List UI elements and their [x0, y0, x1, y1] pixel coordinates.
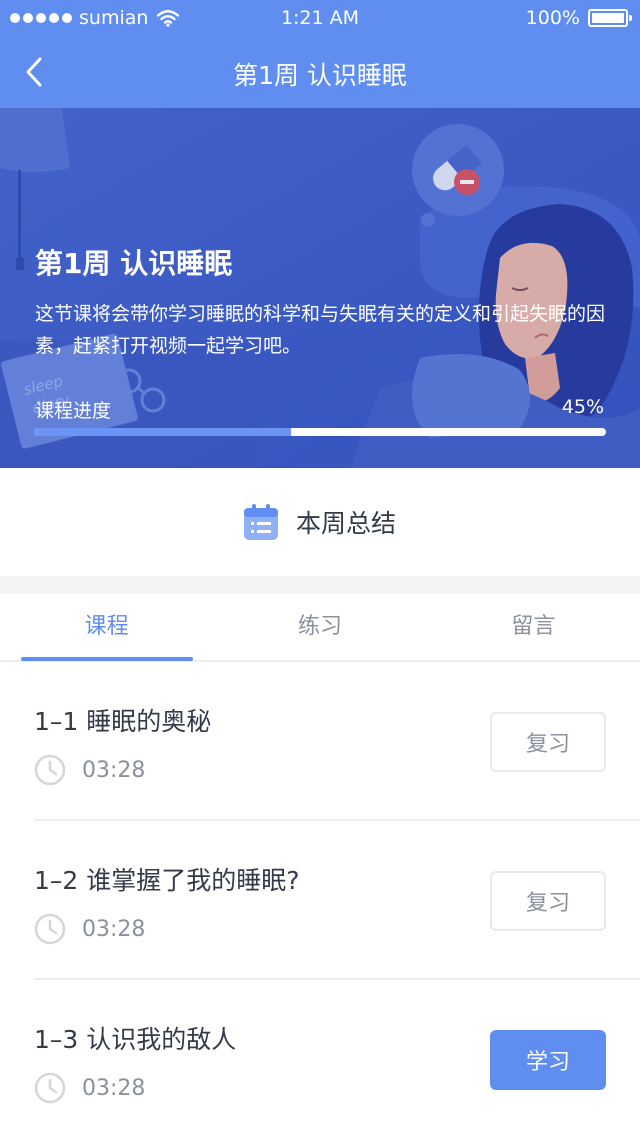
- study-button[interactable]: 学习: [490, 1030, 606, 1090]
- battery-percent: 100%: [525, 7, 580, 29]
- progress-bar-fill: [34, 428, 292, 436]
- lesson-meta: 03:28: [34, 1072, 145, 1104]
- summary-label: 本周总结: [295, 509, 396, 538]
- lesson-title: 1–2 谁掌握了我的睡眠?: [34, 866, 300, 895]
- tab-exercises[interactable]: 练习: [213, 594, 426, 660]
- progress-percent: 45%: [561, 396, 604, 418]
- review-button[interactable]: 复习: [490, 712, 606, 772]
- lesson-duration: 03:28: [82, 757, 146, 783]
- lesson-item[interactable]: 1–2 谁掌握了我的睡眠? 03:28 复习: [0, 821, 640, 980]
- lesson-duration: 03:28: [82, 916, 146, 942]
- progress-label: 课程进度: [35, 400, 112, 422]
- battery-icon: [588, 9, 632, 27]
- weekly-summary-button[interactable]: 本周总结: [0, 468, 640, 576]
- status-right: 100%: [525, 7, 632, 29]
- lesson-duration: 03:28: [82, 1075, 146, 1101]
- lesson-item[interactable]: 1–3 认识我的敌人 03:28 学习: [0, 980, 640, 1136]
- section-divider: [0, 576, 640, 594]
- tab-courses[interactable]: 课程: [0, 594, 213, 661]
- status-bar: sumian 1:21 AM 100%: [0, 0, 640, 38]
- lesson-meta: 03:28: [34, 913, 145, 945]
- hero-description: 这节课将会带你学习睡眠的科学和与失眠有关的定义和引起失眠的因素，赶紧打开视频一起…: [35, 303, 606, 357]
- hero-title: 第1周 认识睡眠: [35, 247, 233, 280]
- progress-bar: [34, 428, 606, 436]
- clock-icon: [34, 1072, 66, 1104]
- lesson-item[interactable]: 1–1 睡眠的奥秘 03:28 复习: [0, 662, 640, 821]
- review-button[interactable]: 复习: [490, 871, 606, 931]
- tab-comments[interactable]: 留言: [427, 594, 640, 660]
- clock-icon: [34, 913, 66, 945]
- lesson-title: 1–1 睡眠的奥秘: [34, 707, 212, 736]
- nav-title: 第1周 认识睡眠: [233, 61, 407, 90]
- lesson-title: 1–3 认识我的敌人: [34, 1025, 237, 1054]
- tab-bar: 课程 练习 留言: [0, 594, 640, 662]
- top-bar: sumian 1:21 AM 100% 第1周 认识睡眠: [0, 0, 640, 108]
- clock-icon: [34, 754, 66, 786]
- hero-banner: sleep diary 第1周 认识睡眠 这节课将会带你学习睡眠的科学和与失眠有…: [0, 108, 640, 468]
- calendar-list-icon: [243, 504, 278, 540]
- lesson-meta: 03:28: [34, 754, 145, 786]
